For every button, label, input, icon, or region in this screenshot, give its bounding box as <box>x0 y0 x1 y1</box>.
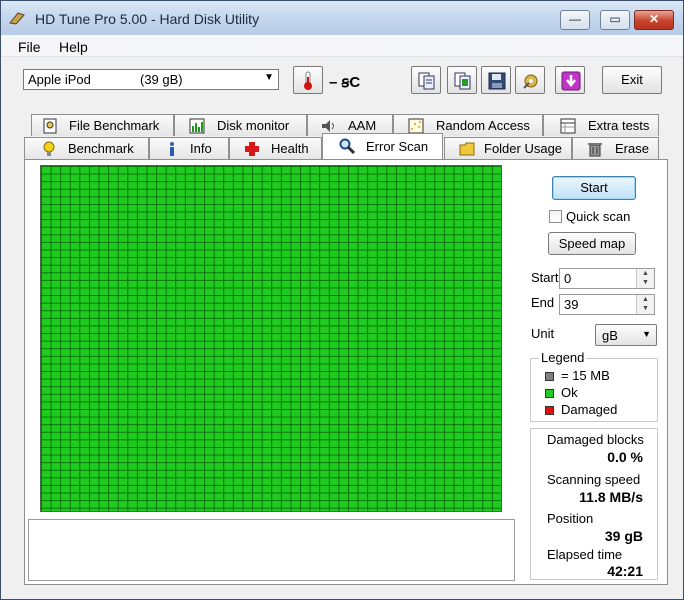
scanning-speed-label: Scanning speed <box>547 472 641 487</box>
legend-swatch-ok <box>545 389 554 398</box>
scan-log-area[interactable] <box>28 519 515 581</box>
tab-benchmark[interactable]: Benchmark <box>24 137 149 159</box>
tab-label: Info <box>190 141 212 156</box>
tab-label: Folder Usage <box>484 141 563 156</box>
menu-bar: File Help <box>1 35 683 57</box>
tab-extra-tests[interactable]: Extra tests <box>543 114 659 136</box>
tab-label: Disk monitor <box>217 118 290 133</box>
scanning-speed-value: 11.8 MB/s <box>579 489 643 505</box>
spin-arrows-icon[interactable]: ▲ ▼ <box>636 295 654 314</box>
legend-box: Legend = 15 MB Ok Damaged <box>530 350 658 422</box>
extra-tests-icon <box>560 118 576 134</box>
options-button[interactable] <box>515 66 545 94</box>
maximize-button[interactable]: ▭ <box>600 10 630 30</box>
tab-label: Benchmark <box>68 141 134 156</box>
speaker-icon <box>322 120 334 132</box>
scan-block-map <box>40 165 502 512</box>
file-benchmark-icon <box>43 118 57 134</box>
start-field-label: Start <box>531 270 559 285</box>
unit-value: gB <box>602 328 618 343</box>
legend-title: Legend <box>539 350 587 365</box>
copy-screenshot-button[interactable] <box>447 66 477 94</box>
thermometer-icon <box>304 71 312 90</box>
drive-select[interactable]: Apple iPod (39 gB) ▼ <box>23 69 279 90</box>
tab-health[interactable]: Health <box>229 137 322 159</box>
quick-scan-label: Quick scan <box>566 209 631 224</box>
speed-map-button[interactable]: Speed map <box>548 232 636 255</box>
dropdown-arrow-icon: ▼ <box>264 72 274 83</box>
end-spinbox[interactable]: 39 ▲ ▼ <box>559 294 655 315</box>
legend-swatch-damaged <box>545 406 554 415</box>
legend-block-size-label: = 15 MB <box>561 368 610 383</box>
start-value: 0 <box>564 271 572 286</box>
tab-label: File Benchmark <box>69 118 160 133</box>
error-scan-panel: Start Quick scan Speed map Start 0 ▲ ▼ En… <box>24 159 668 585</box>
scan-stats-box: Damaged blocks 0.0 % Scanning speed 11.8… <box>530 428 658 580</box>
random-access-icon <box>408 118 424 134</box>
tab-info[interactable]: Info <box>149 137 229 159</box>
window-title: HD Tune Pro 5.00 - Hard Disk Utility <box>35 11 260 27</box>
unit-label: Unit <box>531 326 555 341</box>
end-field-label: End <box>531 295 555 310</box>
tab-erase[interactable]: Erase <box>572 137 659 159</box>
tab-disk-monitor[interactable]: Disk monitor <box>174 114 307 136</box>
elapsed-time-value: 42:21 <box>607 563 643 579</box>
start-spinbox[interactable]: 0 ▲ ▼ <box>559 268 655 289</box>
toolbar: Apple iPod (39 gB) ▼ – ꞩC Exit <box>1 57 683 105</box>
copy-text-icon <box>418 72 435 90</box>
legend-damaged-label: Damaged <box>561 402 618 417</box>
menu-file[interactable]: File <box>18 39 41 55</box>
wrench-gear-icon <box>523 74 538 89</box>
trash-icon <box>588 143 602 157</box>
copy-image-icon <box>454 72 471 90</box>
tab-label: Extra tests <box>588 118 650 133</box>
start-scan-button[interactable]: Start <box>552 176 636 200</box>
bulb-icon <box>43 141 55 156</box>
quick-scan-checkbox[interactable] <box>549 210 562 223</box>
save-button[interactable] <box>481 66 511 94</box>
minimize-button[interactable]: — <box>560 10 590 30</box>
floppy-disk-icon <box>488 72 506 90</box>
download-button[interactable] <box>555 66 585 94</box>
elapsed-time-label: Elapsed time <box>547 547 623 562</box>
menu-help[interactable]: Help <box>59 39 88 55</box>
disk-monitor-icon <box>189 118 205 134</box>
magnifier-icon <box>339 138 355 154</box>
health-cross-icon <box>245 142 259 156</box>
position-value: 39 gB <box>604 528 643 544</box>
tab-label: Erase <box>615 141 649 156</box>
title-bar: HD Tune Pro 5.00 - Hard Disk Utility — ▭… <box>1 1 683 35</box>
temperature-readout: – ꞩC <box>329 74 361 91</box>
position-label: Position <box>547 511 594 526</box>
legend-swatch-block-size <box>545 372 554 381</box>
info-icon <box>170 142 174 156</box>
tab-label: AAM <box>348 118 377 133</box>
close-button[interactable]: ✕ <box>634 10 674 30</box>
hd-tune-logo-icon <box>9 12 25 25</box>
tab-error-scan[interactable]: Error Scan <box>322 133 443 159</box>
folder-icon <box>459 142 475 156</box>
drive-size: (39 gB) <box>140 72 183 87</box>
spin-arrows-icon[interactable]: ▲ ▼ <box>636 269 654 288</box>
damaged-blocks-value: 0.0 % <box>607 449 643 465</box>
tab-label: Error Scan <box>366 139 429 154</box>
exit-button[interactable]: Exit <box>602 66 662 94</box>
unit-select[interactable]: gB ▼ <box>595 324 657 346</box>
temperature-button[interactable] <box>293 66 323 94</box>
app-window: HD Tune Pro 5.00 - Hard Disk Utility — ▭… <box>0 0 684 600</box>
tab-label: Health <box>271 141 309 156</box>
damaged-blocks-label: Damaged blocks <box>547 432 644 447</box>
download-arrow-icon <box>561 71 581 91</box>
tab-folder-usage[interactable]: Folder Usage <box>444 137 572 159</box>
legend-ok-label: Ok <box>561 385 578 400</box>
tab-file-benchmark[interactable]: File Benchmark <box>31 114 174 136</box>
copy-text-button[interactable] <box>411 66 441 94</box>
drive-name: Apple iPod <box>28 72 91 87</box>
dropdown-arrow-icon: ▼ <box>642 329 651 339</box>
end-value: 39 <box>564 297 579 312</box>
tab-label: Random Access <box>436 118 530 133</box>
